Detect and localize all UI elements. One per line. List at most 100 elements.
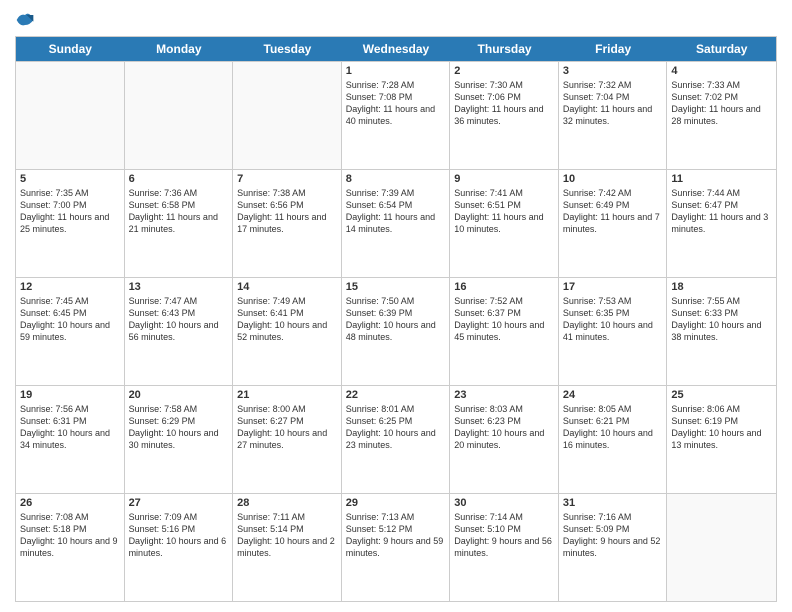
empty-cell [233,62,342,169]
day-number: 4 [671,65,772,77]
day-cell-4: 4Sunrise: 7:33 AMSunset: 7:02 PMDaylight… [667,62,776,169]
day-cell-31: 31 Sunrise: 7:16 AMSunset: 5:09 PMDayligh… [559,494,668,601]
day-info: Sunrise: 8:06 AMSunset: 6:19 PMDaylight:… [671,403,772,452]
day-cell-14: 14 Sunrise: 7:49 AMSunset: 6:41 PMDayligh… [233,278,342,385]
day-number: 2 [454,65,554,77]
day-number: 12 [20,281,120,293]
day-cell-5: 5 Sunrise: 7:35 AMSunset: 7:00 PMDaylight… [16,170,125,277]
day-number: 15 [346,281,446,293]
empty-cell [667,494,776,601]
day-info: Sunrise: 7:41 AMSunset: 6:51 PMDaylight:… [454,187,554,236]
day-number: 31 [563,497,663,509]
day-cell-29: 29 Sunrise: 7:13 AMSunset: 5:12 PMDayligh… [342,494,451,601]
day-number: 1 [346,65,446,77]
day-info: Sunrise: 8:01 AMSunset: 6:25 PMDaylight:… [346,403,446,452]
week-row-3: 12 Sunrise: 7:45 AMSunset: 6:45 PMDayligh… [16,277,776,385]
calendar-body: 1 Sunrise: 7:28 AMSunset: 7:08 PMDaylight… [16,61,776,601]
day-cell-3: 3 Sunrise: 7:32 AMSunset: 7:04 PMDaylight… [559,62,668,169]
week-row-2: 5 Sunrise: 7:35 AMSunset: 7:00 PMDaylight… [16,169,776,277]
day-info: Sunrise: 7:44 AMSunset: 6:47 PMDaylight:… [671,187,772,236]
page: SundayMondayTuesdayWednesdayThursdayFrid… [0,0,792,612]
day-cell-12: 12 Sunrise: 7:45 AMSunset: 6:45 PMDayligh… [16,278,125,385]
day-cell-2: 2 Sunrise: 7:30 AMSunset: 7:06 PMDaylight… [450,62,559,169]
day-info: Sunrise: 7:56 AMSunset: 6:31 PMDaylight:… [20,403,120,452]
day-number: 23 [454,389,554,401]
day-info: Sunrise: 7:09 AMSunset: 5:16 PMDaylight:… [129,511,229,560]
day-info: Sunrise: 8:00 AMSunset: 6:27 PMDaylight:… [237,403,337,452]
day-cell-28: 28 Sunrise: 7:11 AMSunset: 5:14 PMDayligh… [233,494,342,601]
day-header-tuesday: Tuesday [233,37,342,61]
day-info: Sunrise: 7:30 AMSunset: 7:06 PMDaylight:… [454,79,554,128]
day-header-wednesday: Wednesday [342,37,451,61]
day-number: 5 [20,173,120,185]
day-cell-30: 30Sunrise: 7:14 AMSunset: 5:10 PMDayligh… [450,494,559,601]
day-info: Sunrise: 8:05 AMSunset: 6:21 PMDaylight:… [563,403,663,452]
day-info: Sunrise: 7:11 AMSunset: 5:14 PMDaylight:… [237,511,337,560]
day-cell-19: 19 Sunrise: 7:56 AMSunset: 6:31 PMDayligh… [16,386,125,493]
day-cell-17: 17Sunrise: 7:53 AMSunset: 6:35 PMDayligh… [559,278,668,385]
calendar-header: SundayMondayTuesdayWednesdayThursdayFrid… [16,37,776,61]
week-row-4: 19 Sunrise: 7:56 AMSunset: 6:31 PMDayligh… [16,385,776,493]
day-number: 18 [671,281,772,293]
day-info: Sunrise: 7:49 AMSunset: 6:41 PMDaylight:… [237,295,337,344]
day-info: Sunrise: 7:50 AMSunset: 6:39 PMDaylight:… [346,295,446,344]
day-info: Sunrise: 7:47 AMSunset: 6:43 PMDaylight:… [129,295,229,344]
day-number: 28 [237,497,337,509]
day-info: Sunrise: 7:38 AMSunset: 6:56 PMDaylight:… [237,187,337,236]
day-info: Sunrise: 7:14 AMSunset: 5:10 PMDaylight:… [454,511,554,560]
day-cell-22: 22 Sunrise: 8:01 AMSunset: 6:25 PMDayligh… [342,386,451,493]
day-cell-7: 7Sunrise: 7:38 AMSunset: 6:56 PMDaylight… [233,170,342,277]
day-number: 14 [237,281,337,293]
day-number: 29 [346,497,446,509]
day-cell-9: 9 Sunrise: 7:41 AMSunset: 6:51 PMDaylight… [450,170,559,277]
day-number: 24 [563,389,663,401]
day-info: Sunrise: 7:52 AMSunset: 6:37 PMDaylight:… [454,295,554,344]
day-info: Sunrise: 7:16 AMSunset: 5:09 PMDaylight:… [563,511,663,560]
week-row-5: 26Sunrise: 7:08 AMSunset: 5:18 PMDayligh… [16,493,776,601]
day-info: Sunrise: 7:36 AMSunset: 6:58 PMDaylight:… [129,187,229,236]
day-info: Sunrise: 7:42 AMSunset: 6:49 PMDaylight:… [563,187,663,236]
day-cell-11: 11 Sunrise: 7:44 AMSunset: 6:47 PMDayligh… [667,170,776,277]
week-row-1: 1 Sunrise: 7:28 AMSunset: 7:08 PMDaylight… [16,61,776,169]
day-header-thursday: Thursday [450,37,559,61]
day-cell-26: 26Sunrise: 7:08 AMSunset: 5:18 PMDayligh… [16,494,125,601]
day-info: Sunrise: 7:39 AMSunset: 6:54 PMDaylight:… [346,187,446,236]
day-cell-6: 6 Sunrise: 7:36 AMSunset: 6:58 PMDaylight… [125,170,234,277]
day-info: Sunrise: 7:55 AMSunset: 6:33 PMDaylight:… [671,295,772,344]
day-number: 13 [129,281,229,293]
day-number: 11 [671,173,772,185]
day-cell-25: 25Sunrise: 8:06 AMSunset: 6:19 PMDayligh… [667,386,776,493]
day-cell-16: 16 Sunrise: 7:52 AMSunset: 6:37 PMDayligh… [450,278,559,385]
day-header-saturday: Saturday [667,37,776,61]
day-number: 22 [346,389,446,401]
day-info: Sunrise: 7:53 AMSunset: 6:35 PMDaylight:… [563,295,663,344]
day-info: Sunrise: 7:35 AMSunset: 7:00 PMDaylight:… [20,187,120,236]
header [15,10,777,30]
day-number: 9 [454,173,554,185]
day-info: Sunrise: 7:58 AMSunset: 6:29 PMDaylight:… [129,403,229,452]
day-info: Sunrise: 7:13 AMSunset: 5:12 PMDaylight:… [346,511,446,560]
day-info: Sunrise: 7:45 AMSunset: 6:45 PMDaylight:… [20,295,120,344]
day-number: 6 [129,173,229,185]
day-info: Sunrise: 8:03 AMSunset: 6:23 PMDaylight:… [454,403,554,452]
day-cell-1: 1 Sunrise: 7:28 AMSunset: 7:08 PMDaylight… [342,62,451,169]
day-cell-24: 24 Sunrise: 8:05 AMSunset: 6:21 PMDayligh… [559,386,668,493]
day-info: Sunrise: 7:32 AMSunset: 7:04 PMDaylight:… [563,79,663,128]
day-number: 16 [454,281,554,293]
day-cell-18: 18 Sunrise: 7:55 AMSunset: 6:33 PMDayligh… [667,278,776,385]
day-number: 20 [129,389,229,401]
day-number: 3 [563,65,663,77]
day-cell-27: 27Sunrise: 7:09 AMSunset: 5:16 PMDayligh… [125,494,234,601]
day-number: 19 [20,389,120,401]
day-info: Sunrise: 7:08 AMSunset: 5:18 PMDaylight:… [20,511,120,560]
day-header-monday: Monday [125,37,234,61]
logo [15,10,39,30]
day-header-sunday: Sunday [16,37,125,61]
calendar: SundayMondayTuesdayWednesdayThursdayFrid… [15,36,777,602]
day-cell-8: 8Sunrise: 7:39 AMSunset: 6:54 PMDaylight… [342,170,451,277]
day-cell-20: 20 Sunrise: 7:58 AMSunset: 6:29 PMDayligh… [125,386,234,493]
day-cell-13: 13 Sunrise: 7:47 AMSunset: 6:43 PMDayligh… [125,278,234,385]
day-info: Sunrise: 7:28 AMSunset: 7:08 PMDaylight:… [346,79,446,128]
empty-cell [125,62,234,169]
logo-icon [15,10,35,30]
